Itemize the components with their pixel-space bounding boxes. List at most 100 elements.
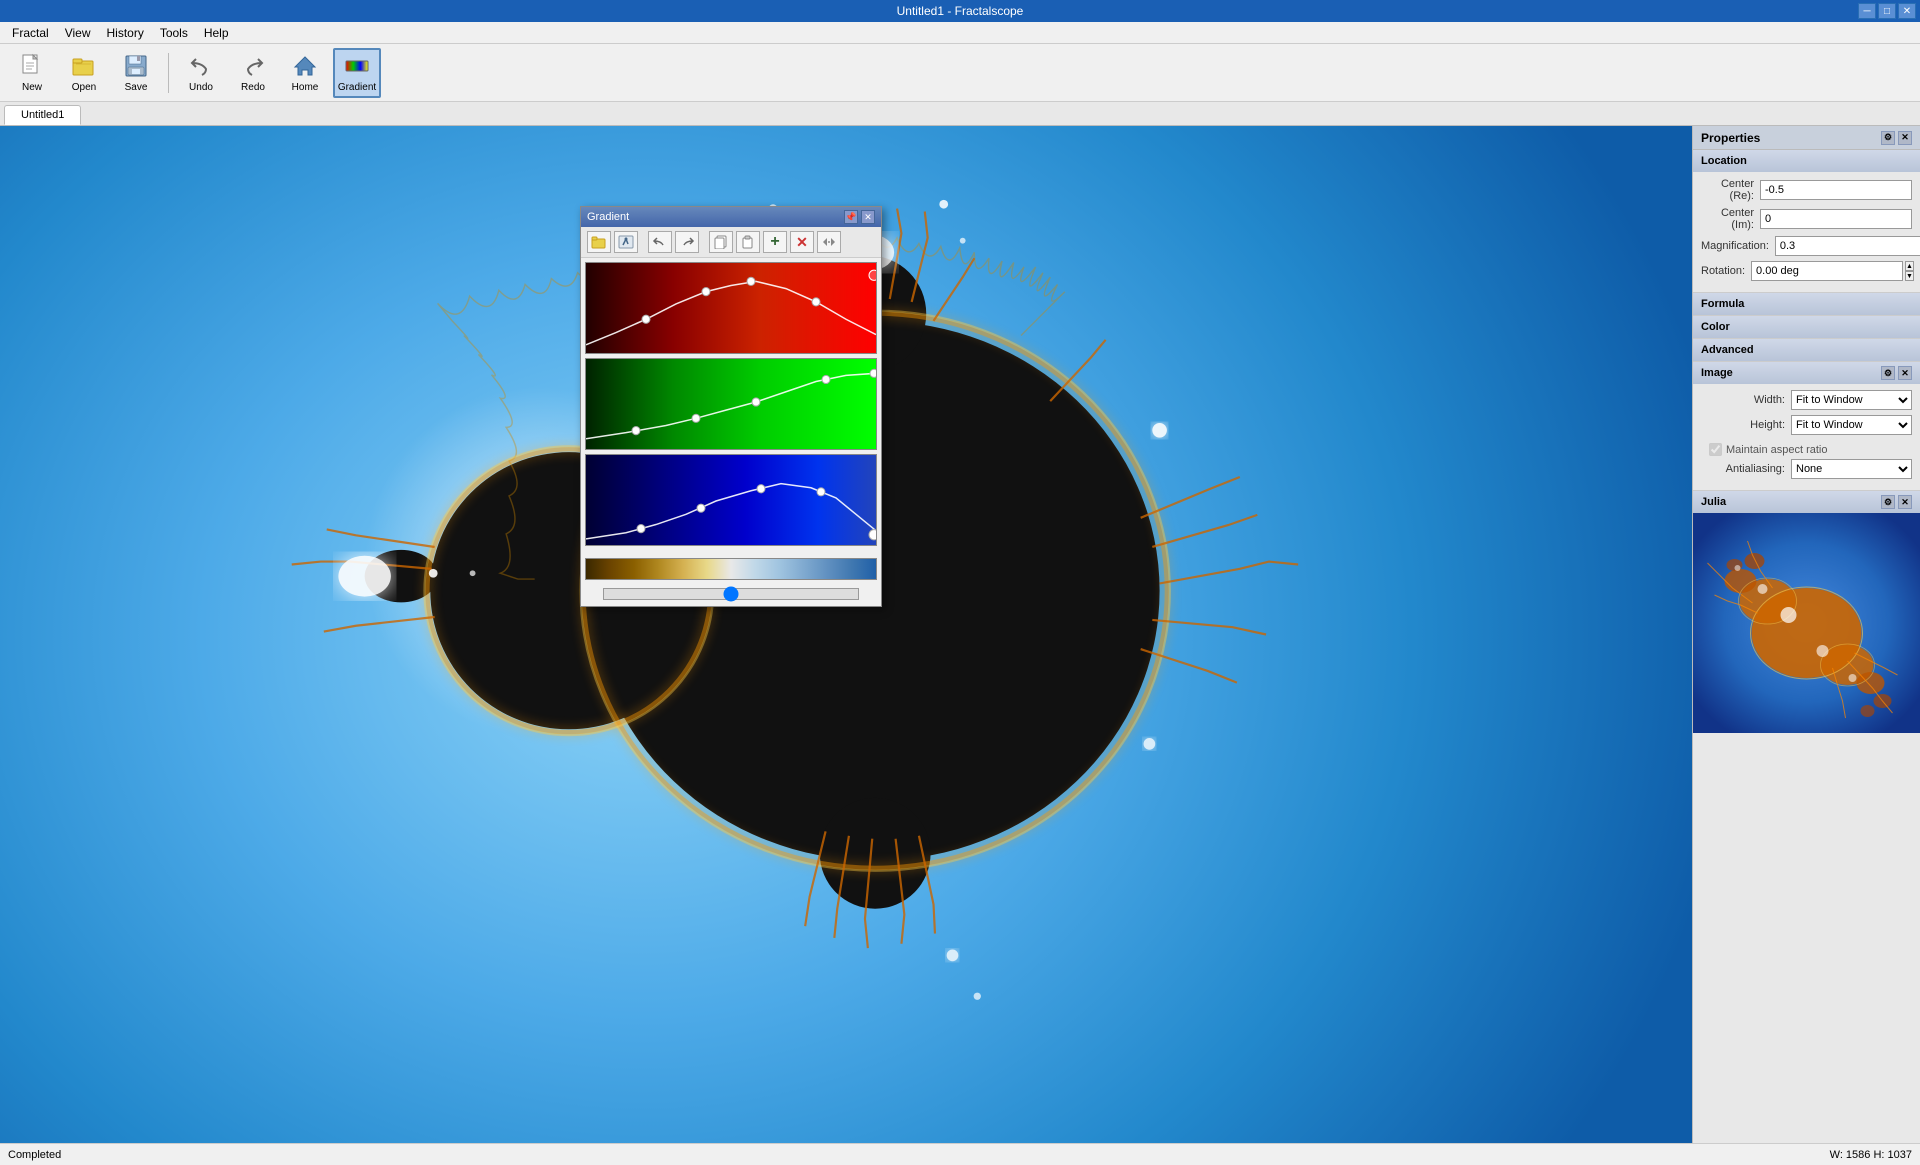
- toolbar-separator-1: [168, 53, 169, 93]
- color-label: Color: [1701, 321, 1730, 333]
- julia-header: Julia ⚙ ✕: [1693, 491, 1920, 513]
- close-button[interactable]: ✕: [1898, 3, 1916, 19]
- status-text: Completed: [8, 1149, 61, 1161]
- green-channel[interactable]: [585, 358, 877, 450]
- window-controls: ─ □ ✕: [1858, 3, 1916, 19]
- redo-label: Redo: [241, 82, 265, 93]
- magnification-row: Magnification: ▲ ▼: [1701, 236, 1912, 256]
- blue-channel[interactable]: [585, 454, 877, 546]
- menu-history[interactable]: History: [98, 24, 151, 42]
- formula-header[interactable]: Formula: [1693, 293, 1920, 315]
- tabbar: Untitled1: [0, 102, 1920, 126]
- properties-settings-button[interactable]: ⚙: [1881, 131, 1895, 145]
- magnification-input[interactable]: [1775, 236, 1920, 256]
- julia-settings-button[interactable]: ⚙: [1881, 495, 1895, 509]
- image-content: Width: Fit to Window Height: Fit to Wind…: [1693, 384, 1920, 490]
- right-panel: Properties ⚙ ✕ Location Center (Re): Cen…: [1692, 126, 1920, 1143]
- menu-help[interactable]: Help: [196, 24, 237, 42]
- maximize-button[interactable]: □: [1878, 3, 1896, 19]
- center-re-input[interactable]: [1760, 180, 1912, 200]
- home-button[interactable]: Home: [281, 48, 329, 98]
- center-im-input[interactable]: [1760, 209, 1912, 229]
- antialiasing-row: Antialiasing: None 2x 4x 8x: [1701, 459, 1912, 479]
- canvas-area[interactable]: Gradient 📌 ✕: [0, 126, 1692, 1143]
- properties-close-button[interactable]: ✕: [1898, 131, 1912, 145]
- gradient-button[interactable]: Gradient: [333, 48, 381, 98]
- width-label: Width:: [1701, 394, 1791, 406]
- width-select[interactable]: Fit to Window: [1791, 390, 1912, 410]
- gradient-titlebar: Gradient 📌 ✕: [581, 207, 881, 227]
- width-row: Width: Fit to Window: [1701, 390, 1912, 410]
- new-button[interactable]: New: [8, 48, 56, 98]
- gradient-open-button[interactable]: [587, 231, 611, 253]
- color-section: Color: [1693, 316, 1920, 339]
- red-channel[interactable]: [585, 262, 877, 354]
- gradient-undo-button[interactable]: [648, 231, 672, 253]
- open-label: Open: [72, 82, 96, 93]
- new-label: New: [22, 82, 42, 93]
- redo-button[interactable]: Redo: [229, 48, 277, 98]
- menu-view[interactable]: View: [57, 24, 99, 42]
- rotation-up[interactable]: ▲: [1905, 261, 1914, 271]
- height-select[interactable]: Fit to Window: [1791, 415, 1912, 435]
- gradient-copy-button[interactable]: [709, 231, 733, 253]
- image-close-button[interactable]: ✕: [1898, 366, 1912, 380]
- undo-button[interactable]: Undo: [177, 48, 225, 98]
- gradient-flip-button[interactable]: [817, 231, 841, 253]
- statusbar: Completed W: 1586 H: 1037: [0, 1143, 1920, 1165]
- image-section: Image ⚙ ✕ Width: Fit to Window Height: F…: [1693, 362, 1920, 491]
- open-icon: [70, 52, 98, 80]
- julia-preview: [1693, 513, 1920, 733]
- gradient-icon: [343, 52, 371, 80]
- center-re-label: Center (Re):: [1701, 178, 1760, 202]
- location-header[interactable]: Location: [1693, 150, 1920, 172]
- height-row: Height: Fit to Window: [1701, 415, 1912, 435]
- titlebar: Untitled1 - Fractalscope ─ □ ✕: [0, 0, 1920, 22]
- undo-icon: [187, 52, 215, 80]
- window-title: Untitled1 - Fractalscope: [897, 4, 1024, 18]
- advanced-header[interactable]: Advanced: [1693, 339, 1920, 361]
- home-icon: [291, 52, 319, 80]
- gradient-dialog-controls: 📌 ✕: [844, 210, 875, 224]
- gradient-add-button[interactable]: +: [763, 231, 787, 253]
- gradient-redo-button[interactable]: [675, 231, 699, 253]
- menu-tools[interactable]: Tools: [152, 24, 196, 42]
- gradient-paste-button[interactable]: [736, 231, 760, 253]
- gradient-delete-button[interactable]: ✕: [790, 231, 814, 253]
- gradient-dialog: Gradient 📌 ✕: [580, 206, 882, 607]
- julia-title: Julia: [1701, 496, 1726, 508]
- tab-untitled1[interactable]: Untitled1: [4, 105, 81, 125]
- save-button[interactable]: Save: [112, 48, 160, 98]
- location-content: Center (Re): Center (Im): Magnification:…: [1693, 172, 1920, 292]
- gradient-separator-2: [702, 231, 706, 253]
- rotation-label: Rotation:: [1701, 265, 1751, 277]
- gradient-edit-button[interactable]: [614, 231, 638, 253]
- main-area: Gradient 📌 ✕: [0, 126, 1920, 1143]
- properties-controls: ⚙ ✕: [1881, 131, 1912, 145]
- gradient-separator-1: [641, 231, 645, 253]
- center-re-row: Center (Re):: [1701, 178, 1912, 202]
- antialiasing-select[interactable]: None 2x 4x 8x: [1791, 459, 1912, 479]
- tab-label: Untitled1: [21, 109, 64, 121]
- color-header[interactable]: Color: [1693, 316, 1920, 338]
- rotation-down[interactable]: ▼: [1905, 271, 1914, 281]
- gradient-title: Gradient: [587, 211, 629, 223]
- julia-header-controls: ⚙ ✕: [1881, 495, 1912, 509]
- gradient-pin-button[interactable]: 📌: [844, 210, 858, 224]
- undo-label: Undo: [189, 82, 213, 93]
- rotation-input[interactable]: [1751, 261, 1903, 281]
- julia-close-button[interactable]: ✕: [1898, 495, 1912, 509]
- gradient-close-button[interactable]: ✕: [861, 210, 875, 224]
- maintain-aspect-checkbox[interactable]: [1709, 443, 1722, 456]
- gradient-position-slider[interactable]: [603, 588, 860, 600]
- formula-section: Formula: [1693, 293, 1920, 316]
- image-settings-button[interactable]: ⚙: [1881, 366, 1895, 380]
- height-label: Height:: [1701, 419, 1791, 431]
- open-button[interactable]: Open: [60, 48, 108, 98]
- menu-fractal[interactable]: Fractal: [4, 24, 57, 42]
- redo-icon: [239, 52, 267, 80]
- advanced-section: Advanced: [1693, 339, 1920, 362]
- minimize-button[interactable]: ─: [1858, 3, 1876, 19]
- gradient-slider-container: [581, 584, 881, 606]
- gradient-color-bar: [585, 558, 877, 580]
